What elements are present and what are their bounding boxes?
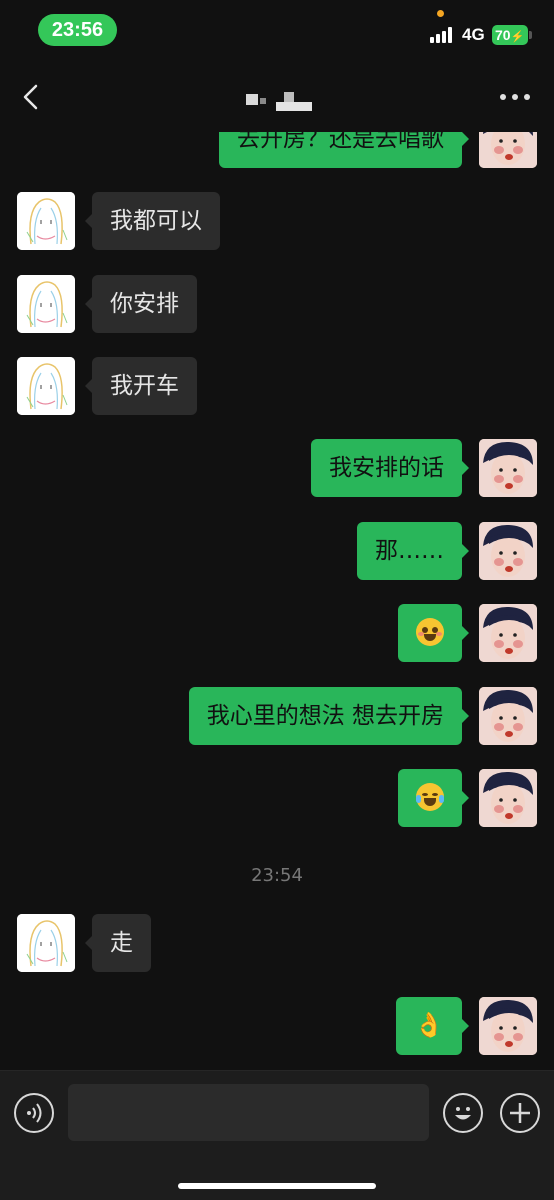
message-bubble-received[interactable]: 我都可以 (85, 192, 220, 250)
voice-icon (27, 1103, 42, 1123)
blushing-grin-emoji (416, 617, 444, 646)
message-row (0, 604, 554, 662)
my-avatar[interactable] (479, 132, 537, 168)
avatar-illustration (479, 522, 537, 580)
message-row: 那…… (0, 522, 554, 580)
my-avatar[interactable] (479, 687, 537, 745)
smiley-icon (455, 1107, 471, 1120)
message-input[interactable] (68, 1084, 429, 1141)
message-bubble-sent[interactable]: 那…… (357, 522, 469, 580)
my-avatar[interactable] (479, 604, 537, 662)
chevron-left-icon (23, 84, 38, 110)
avatar-sketch-girl (17, 357, 75, 415)
input-bar (0, 1070, 554, 1200)
contact-avatar[interactable] (17, 357, 75, 415)
home-indicator[interactable] (178, 1183, 376, 1189)
avatar-sketch-girl (17, 914, 75, 972)
message-bubble-received[interactable]: 我开车 (85, 357, 197, 415)
network-type: 4G (462, 25, 485, 44)
emoji-button[interactable] (443, 1093, 483, 1133)
avatar-illustration (479, 132, 537, 168)
message-bubble-sent[interactable]: 👌 (396, 997, 469, 1055)
avatar-illustration (479, 997, 537, 1055)
signal-icon (430, 27, 456, 43)
my-avatar[interactable] (479, 522, 537, 580)
chat-message-list[interactable]: 去开房？还是去唱歌 我都可以 你安排 我开车 我安排的话 那…… 我心里的想法 … (0, 132, 554, 1070)
more-actions-button[interactable] (500, 1093, 540, 1133)
contact-avatar[interactable] (17, 914, 75, 972)
avatar-sketch-girl (17, 275, 75, 333)
message-row: 我都可以 (0, 192, 554, 250)
my-avatar[interactable] (479, 769, 537, 827)
message-bubble-sent[interactable]: 去开房？还是去唱歌 (219, 132, 469, 168)
my-avatar[interactable] (479, 439, 537, 497)
privacy-indicator (437, 10, 444, 17)
my-avatar[interactable] (479, 997, 537, 1055)
message-row (0, 769, 554, 827)
avatar-illustration (479, 604, 537, 662)
battery-tip (529, 31, 532, 39)
status-time: 23:56 (38, 14, 117, 46)
message-row: 我开车 (0, 357, 554, 415)
voice-button[interactable] (14, 1093, 54, 1133)
message-row: 👌 (0, 997, 554, 1055)
avatar-illustration (479, 439, 537, 497)
avatar-illustration (479, 687, 537, 745)
battery-level: 70 (495, 27, 511, 43)
message-bubble-sent[interactable] (398, 604, 469, 662)
message-timestamp: 23:54 (251, 865, 303, 886)
tears-of-joy-emoji (416, 782, 444, 811)
plus-icon (510, 1103, 530, 1123)
message-row: 你安排 (0, 275, 554, 333)
message-bubble-received[interactable]: 你安排 (85, 275, 197, 333)
status-bar: 23:56 4G 70⚡ (0, 0, 554, 62)
contact-avatar[interactable] (17, 192, 75, 250)
message-bubble-received[interactable]: 走 (85, 914, 151, 972)
message-row: 我安排的话 (0, 439, 554, 497)
more-button[interactable] (498, 92, 532, 102)
chat-header (0, 62, 554, 132)
message-row: 走 (0, 914, 554, 972)
message-bubble-sent[interactable]: 我安排的话 (311, 439, 469, 497)
avatar-sketch-girl (17, 192, 75, 250)
contact-name-redacted[interactable] (240, 90, 320, 112)
message-bubble-sent[interactable]: 我心里的想法 想去开房 (188, 687, 470, 745)
back-button[interactable] (16, 82, 46, 112)
contact-avatar[interactable] (17, 275, 75, 333)
battery-icon: 70⚡ (492, 25, 528, 45)
message-row: 去开房？还是去唱歌 (0, 132, 554, 168)
avatar-illustration (479, 769, 537, 827)
ok-hand-emoji: 👌 (414, 1010, 444, 1039)
message-row: 我心里的想法 想去开房 (0, 687, 554, 745)
message-bubble-sent[interactable] (398, 769, 469, 827)
